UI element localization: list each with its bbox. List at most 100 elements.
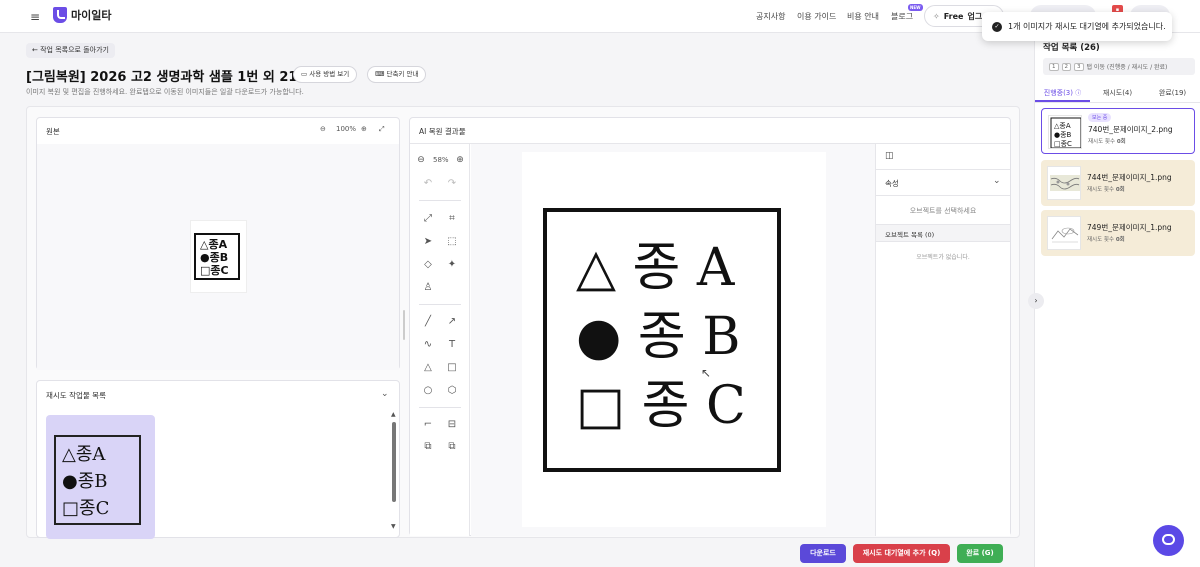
scrollbar-thumb[interactable] (392, 422, 396, 502)
svg-text:□종C: □종C (1054, 140, 1072, 148)
shortcut-guide-button[interactable]: ⌨ 단축키 안내 (367, 66, 427, 83)
retry-list-scrollbar[interactable]: ▲ ▼ (391, 411, 397, 531)
circle-icon[interactable]: ○ (421, 384, 435, 398)
logo[interactable]: 마이일타 (53, 7, 111, 23)
app-name: 마이일타 (71, 9, 112, 22)
hexagon-icon[interactable]: ⬡ (445, 384, 459, 398)
nav-blog[interactable]: 블로그 (891, 11, 913, 22)
scroll-up-icon[interactable]: ▲ (391, 411, 396, 418)
result-row-text: 종 C (641, 376, 746, 436)
line-icon[interactable]: ╱ (421, 315, 435, 329)
chat-support-button[interactable] (1153, 525, 1184, 556)
logo-icon (53, 7, 67, 23)
retry-row-2: ●종B (62, 471, 108, 492)
tab-complete[interactable]: 완료(19) (1145, 85, 1200, 102)
magic-wand-icon[interactable]: ✦ (445, 258, 459, 272)
expand-icon[interactable]: ⤢ (379, 125, 385, 134)
help-icon[interactable]: ⓘ (1075, 90, 1081, 97)
crop-icon[interactable]: ⌗ (445, 212, 459, 226)
result-content: △ 종 A ● 종 B □ 종 C (576, 234, 746, 441)
result-image: △ 종 A ● 종 B □ 종 C (522, 152, 826, 527)
zoom-out-icon[interactable]: ⊖ (414, 153, 428, 167)
svg-text:□종C: □종C (200, 264, 229, 277)
resize-icon[interactable]: ⤢ (421, 212, 435, 226)
result-zoom-value: 58% (433, 156, 449, 164)
stamp-icon[interactable]: ♙ (421, 281, 435, 295)
triangle-icon[interactable]: △ (421, 361, 435, 375)
properties-panel: ◫ 속성 ⌄ 오브젝트를 선택하세요 오브젝트 목록 (0) 오브젝트가 없습니… (875, 144, 1010, 536)
send-backward-icon[interactable]: ⧉ (445, 440, 459, 454)
card-thumbnail-graphic (1050, 175, 1080, 191)
arrow-left-icon: ← (32, 46, 38, 54)
zoom-in-icon[interactable]: ⊕ (361, 125, 367, 133)
result-row-text: 종 B (637, 307, 741, 367)
resize-handle[interactable] (403, 310, 405, 340)
add-to-retry-queue-button[interactable]: 재시도 대기열에 추가 (Q) (853, 544, 950, 563)
nav-guide[interactable]: 이용 가이드 (797, 11, 836, 22)
original-canvas[interactable]: △종A ●종B □종C (37, 144, 399, 370)
curve-icon[interactable]: ↗ (445, 315, 459, 329)
undo-icon[interactable]: ↶ (421, 177, 435, 191)
nav-notice[interactable]: 공지사항 (756, 11, 785, 22)
zoom-out-icon[interactable]: ⊖ (320, 125, 326, 133)
rectangle-icon[interactable]: □ (445, 361, 459, 375)
page-title: [그림복원] 2026 고2 생명과학 샘플 1번 외 21개 (26, 70, 310, 85)
chevron-down-icon[interactable]: ⌄ (381, 389, 389, 399)
tab-in-progress-label: 진행중(3) (1043, 89, 1073, 97)
usage-guide-button[interactable]: ▭ 사용 방법 보기 (293, 66, 358, 83)
text-icon[interactable]: T (445, 338, 459, 352)
task-card[interactable]: 749번_문제이미지_1.png 재시도 횟수 0회 (1041, 210, 1195, 256)
menu-icon[interactable]: ≡ (30, 10, 40, 24)
complete-button[interactable]: 완료 (G) (957, 544, 1003, 563)
plan-label: Free (943, 11, 964, 21)
viewing-badge: 보는 중 (1088, 113, 1112, 122)
chevron-right-icon[interactable]: › (1028, 293, 1044, 309)
card-thumbnail (1047, 216, 1081, 250)
result-canvas[interactable]: △ 종 A ● 종 B □ 종 C ↖ (471, 144, 875, 536)
task-sidebar: 작업 목록 (26) 1 2 3 탭 이동 (진행중 / 재시도 / 완료) 진… (1034, 33, 1200, 567)
retry-count-value: 0회 (1115, 237, 1125, 243)
freehand-icon[interactable]: ∿ (421, 338, 435, 352)
tool-column (410, 144, 470, 536)
square-symbol: □ (576, 376, 626, 436)
redo-icon[interactable]: ↷ (445, 177, 459, 191)
area-select-icon[interactable]: ⬚ (445, 235, 459, 249)
toast-message: 1개 이미지가 재시도 대기열에 추가되었습니다. (1008, 22, 1166, 31)
nav-pricing[interactable]: 비용 안내 (847, 11, 879, 22)
chevron-down-icon[interactable]: ⌄ (993, 176, 1001, 186)
key-1: 1 (1049, 62, 1059, 71)
align-icon[interactable]: ⊟ (445, 418, 459, 432)
scroll-down-icon[interactable]: ▼ (391, 523, 396, 530)
select-pointer-icon[interactable]: ➤ (421, 235, 435, 249)
card-thumbnail: △종A ●종B □종C (1048, 115, 1082, 149)
eraser-icon[interactable]: ◇ (421, 258, 435, 272)
card-retry-count: 재시도 횟수 0회 (1087, 235, 1125, 243)
svg-text:△종A: △종A (200, 238, 228, 251)
download-button[interactable]: 다운로드 (800, 544, 846, 563)
back-to-list-button[interactable]: ← 작업 목록으로 돌아가기 (26, 43, 115, 58)
tab-retry[interactable]: 재시도(4) (1090, 85, 1145, 102)
card-filename: 749번_문제이미지_1.png (1087, 223, 1172, 232)
svg-text:●종B: ●종B (1054, 131, 1072, 139)
task-card-active[interactable]: △종A ●종B □종C 보는 중 740번_문제이미지_2.png 재시도 횟수… (1041, 108, 1195, 154)
card-thumbnail-graphic (1051, 227, 1079, 243)
select-object-hint: 오브젝트를 선택하세요 (909, 207, 977, 215)
original-zoom-value: 100% (336, 125, 357, 133)
retry-row-1: △종A (62, 444, 106, 465)
tool-divider (419, 407, 461, 408)
card-filename: 740번_문제이미지_2.png (1088, 125, 1173, 134)
zoom-in-icon[interactable]: ⊕ (453, 153, 467, 167)
keyboard-icon: ⌨ (375, 70, 385, 78)
panel-toggle-icon[interactable]: ◫ (885, 151, 894, 161)
usage-guide-label: 사용 방법 보기 (309, 70, 350, 78)
circle-symbol: ● (576, 307, 622, 367)
connector-icon[interactable]: ⌐ (421, 418, 435, 432)
tab-in-progress[interactable]: 진행중(3) ⓘ (1035, 85, 1090, 102)
key-hint-text: 탭 이동 (진행중 / 재시도 / 완료) (1086, 64, 1168, 71)
original-panel: 원본 ⊖ 100% ⊕ ⤢ △종A ●종B □종C (36, 117, 400, 370)
original-title: 원본 (46, 127, 60, 136)
retry-item-card[interactable]: △종A ●종B □종C (46, 415, 155, 539)
bring-forward-icon[interactable]: ⧉ (421, 440, 435, 454)
task-card[interactable]: 744번_문제이미지_1.png 재시도 횟수 0회 (1041, 160, 1195, 206)
object-list-header: 오브젝트 목록 (0) (876, 224, 1010, 242)
